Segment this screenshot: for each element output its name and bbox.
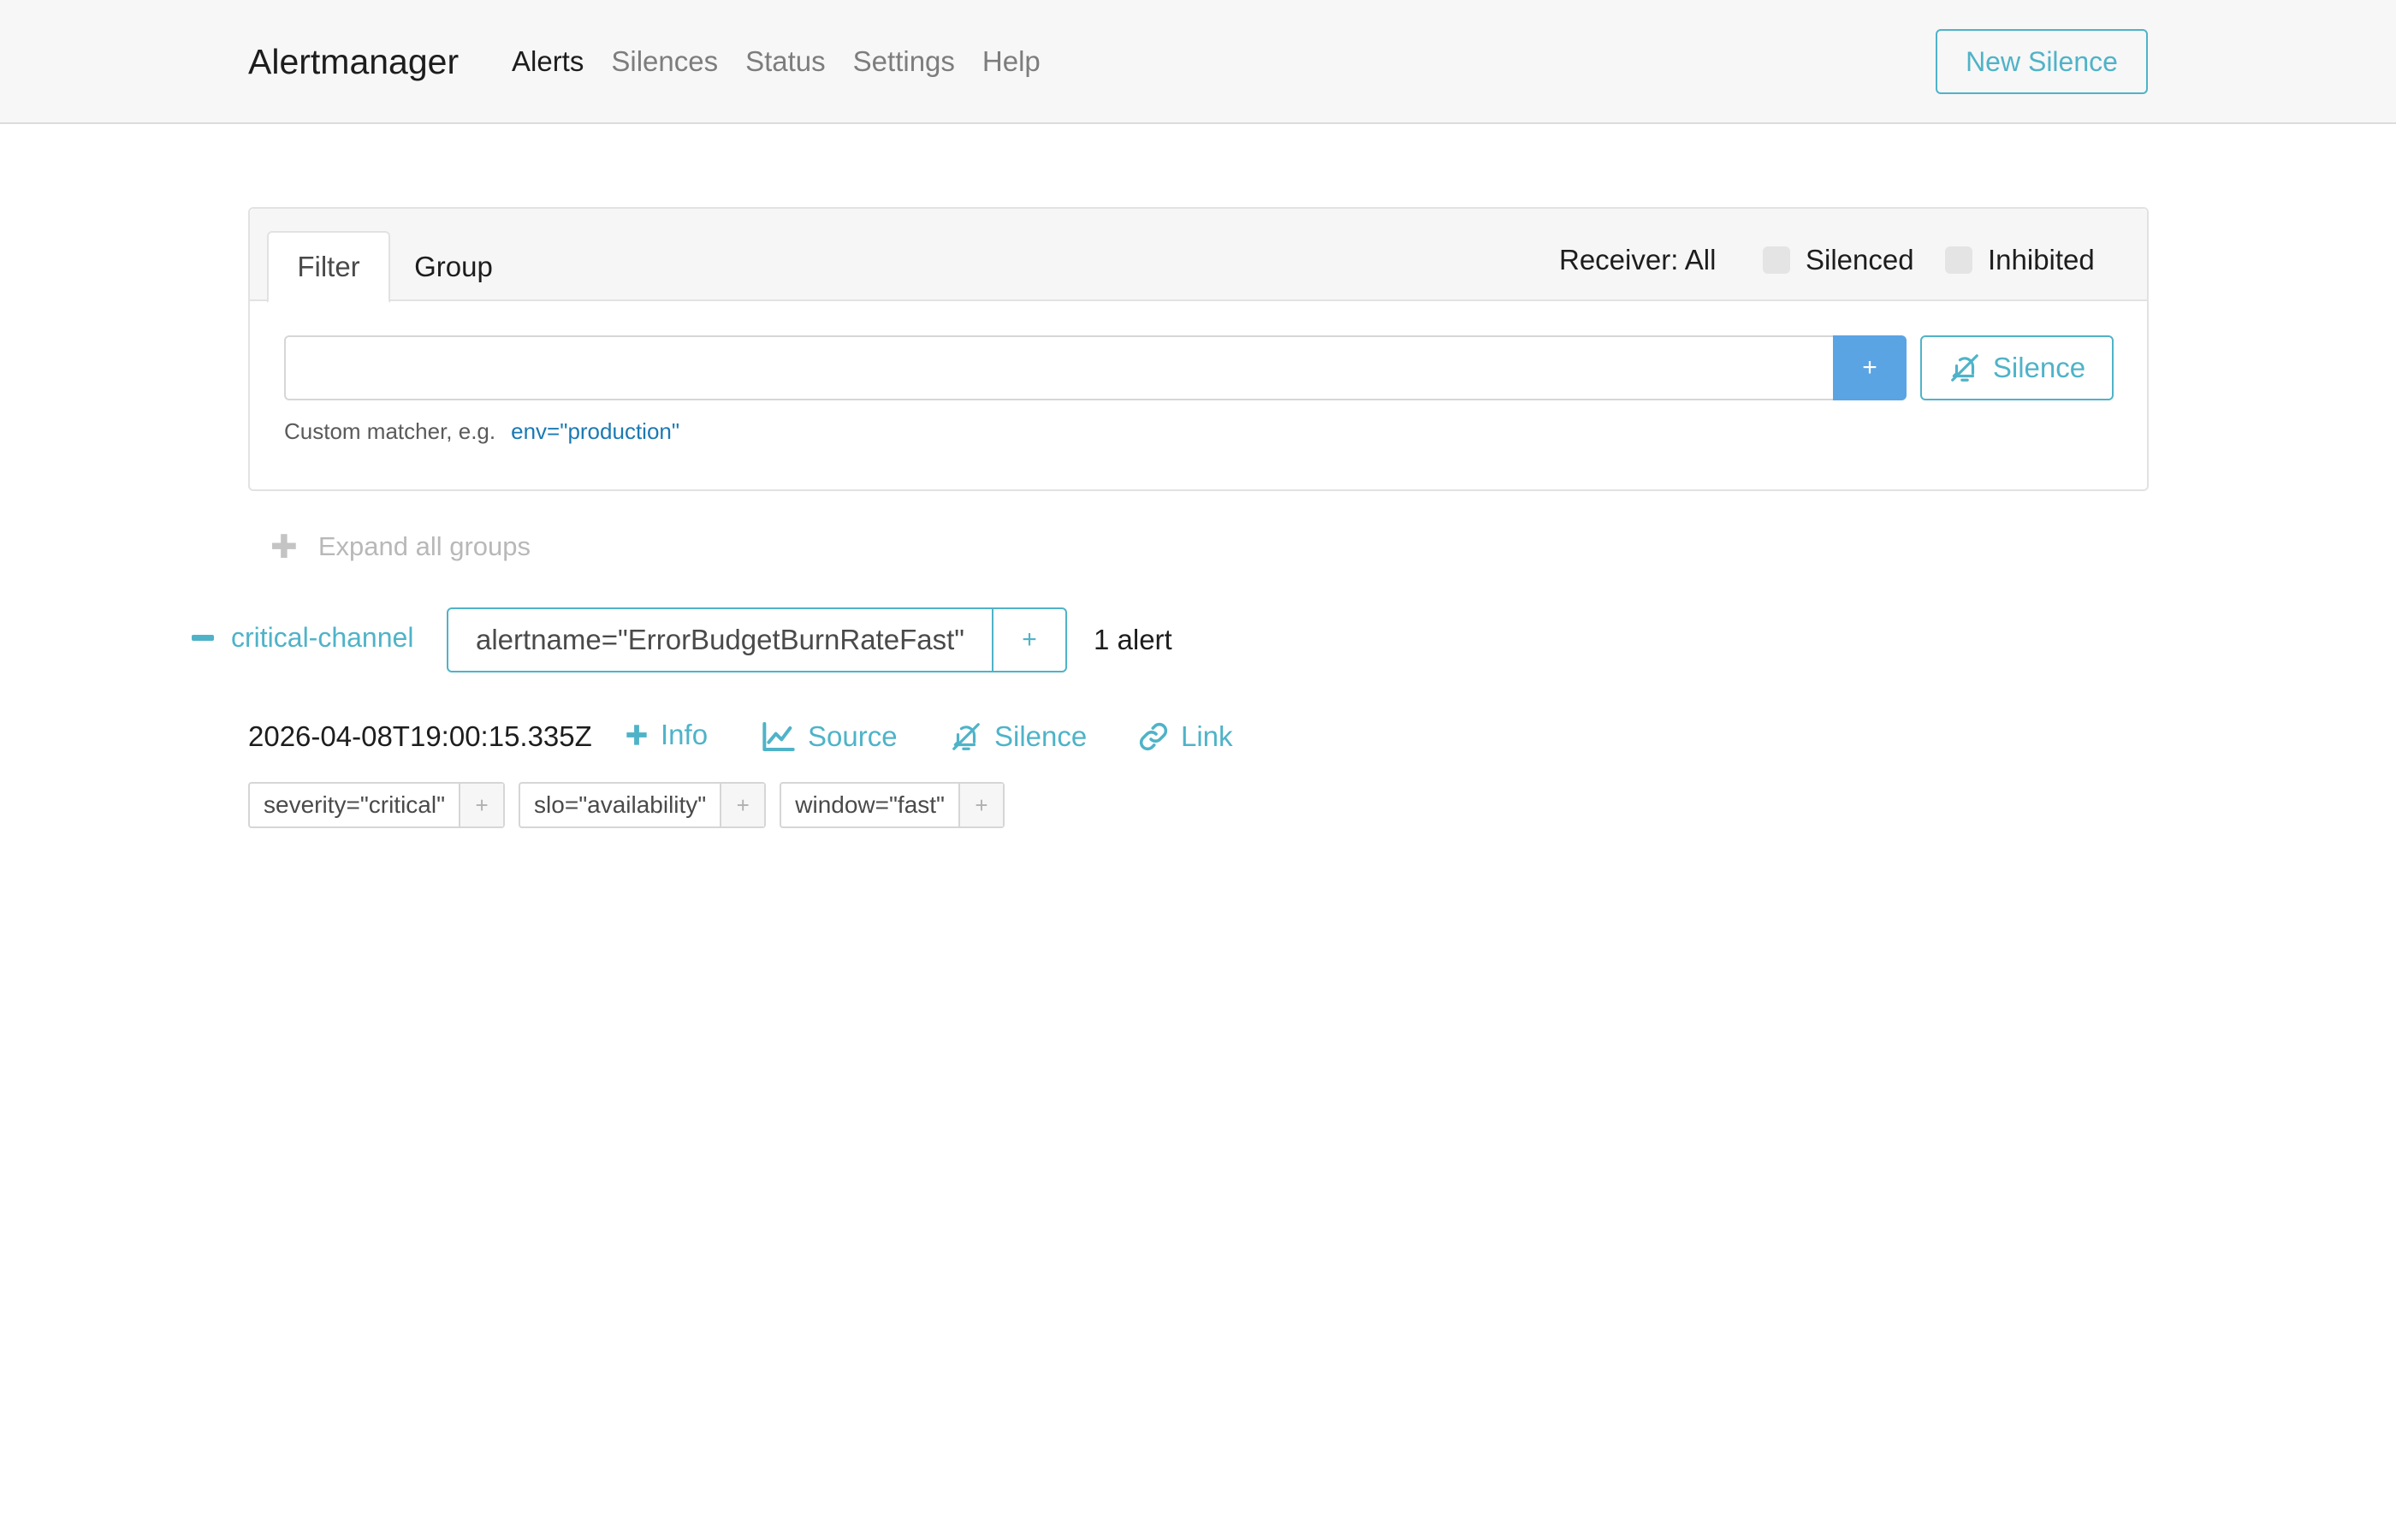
link-icon bbox=[1139, 722, 1168, 751]
nav-link-help[interactable]: Help bbox=[982, 38, 1041, 86]
group-label-add-button[interactable]: + bbox=[993, 609, 1065, 671]
inhibited-checkbox[interactable]: Inhibited bbox=[1945, 236, 2095, 284]
silenced-checkbox-box[interactable] bbox=[1763, 246, 1790, 274]
expand-all-groups-label: Expand all groups bbox=[317, 531, 531, 561]
filter-card-header: Filter Group Receiver: All Silenced Inhi… bbox=[250, 209, 2147, 303]
alert-label-text[interactable]: slo="availability" bbox=[520, 784, 722, 826]
alert-label-add-button[interactable]: + bbox=[960, 784, 1003, 826]
alert-silence-label: Silence bbox=[994, 720, 1088, 752]
alert-info-button[interactable]: Info bbox=[625, 714, 708, 756]
filter-card: Filter Group Receiver: All Silenced Inhi… bbox=[248, 207, 2149, 491]
navbar: Alertmanager Alerts Silences Status Sett… bbox=[0, 0, 2396, 124]
alert-label-text[interactable]: severity="critical" bbox=[250, 784, 461, 826]
add-matcher-button[interactable]: + bbox=[1833, 335, 1907, 400]
group-label-badge: alertname="ErrorBudgetBurnRateFast" + bbox=[447, 607, 1067, 672]
brand-logo[interactable]: Alertmanager bbox=[248, 38, 459, 86]
new-silence-button[interactable]: New Silence bbox=[1936, 29, 2148, 94]
alert-source-button[interactable]: Source bbox=[762, 715, 898, 758]
alert-label-chip: slo="availability" + bbox=[519, 782, 767, 828]
chart-line-icon bbox=[762, 722, 795, 751]
alert-count: 1 alert bbox=[1094, 624, 1172, 655]
inhibited-checkbox-box[interactable] bbox=[1945, 246, 1972, 274]
group-label-text[interactable]: alertname="ErrorBudgetBurnRateFast" bbox=[448, 609, 993, 671]
alert-link-button[interactable]: Link bbox=[1138, 715, 1233, 758]
alert-silence-button[interactable]: Silence bbox=[950, 715, 1087, 758]
silenced-checkbox-label[interactable]: Silenced bbox=[1806, 244, 1914, 276]
silenced-checkbox[interactable]: Silenced bbox=[1763, 236, 1914, 284]
alert-info-label: Info bbox=[661, 719, 709, 750]
bell-slash-icon bbox=[952, 723, 980, 750]
alert-label-add-button[interactable]: + bbox=[721, 784, 765, 826]
receiver-dropdown[interactable]: Receiver: All bbox=[1559, 236, 1716, 284]
tab-group[interactable]: Group bbox=[394, 231, 513, 303]
nav-link-settings[interactable]: Settings bbox=[853, 38, 955, 86]
inhibited-checkbox-label[interactable]: Inhibited bbox=[1988, 244, 2095, 276]
matcher-input[interactable] bbox=[284, 335, 1835, 400]
nav-links: Alerts Silences Status Settings Help bbox=[512, 38, 1068, 86]
nav-link-status[interactable]: Status bbox=[745, 38, 826, 86]
alert-label-text[interactable]: window="fast" bbox=[781, 784, 960, 826]
alert-labels: severity="critical" + slo="availability"… bbox=[248, 782, 1005, 828]
plus-icon bbox=[626, 725, 647, 745]
matcher-helper: Custom matcher, e.g. env="production" bbox=[284, 414, 679, 448]
alert-source-label: Source bbox=[808, 720, 898, 752]
alert-label-add-button[interactable]: + bbox=[460, 784, 504, 826]
nav-link-silences[interactable]: Silences bbox=[611, 38, 718, 86]
matcher-helper-text: Custom matcher, e.g. bbox=[284, 418, 496, 444]
silence-filter-button[interactable]: Silence bbox=[1920, 335, 2114, 400]
bell-slash-icon bbox=[1951, 354, 1978, 382]
alert-link-label: Link bbox=[1181, 720, 1233, 752]
alert-start-time: 2026-04-08T19:00:15.335Z bbox=[248, 720, 592, 752]
alert-label-chip: window="fast" + bbox=[780, 782, 1005, 828]
silence-filter-button-label: Silence bbox=[1992, 352, 2086, 383]
plus-icon: ✚ bbox=[270, 529, 298, 566]
alert-label-chip: severity="critical" + bbox=[248, 782, 506, 828]
minus-icon bbox=[192, 634, 214, 641]
group-receiver-label: critical-channel bbox=[231, 621, 414, 653]
group-collapse-toggle[interactable]: critical-channel bbox=[192, 616, 413, 659]
nav-link-alerts[interactable]: Alerts bbox=[512, 38, 584, 86]
matcher-helper-example[interactable]: env="production" bbox=[511, 418, 679, 444]
tab-filter[interactable]: Filter bbox=[267, 231, 390, 303]
expand-all-groups-button[interactable]: ✚ Expand all groups bbox=[270, 527, 531, 566]
